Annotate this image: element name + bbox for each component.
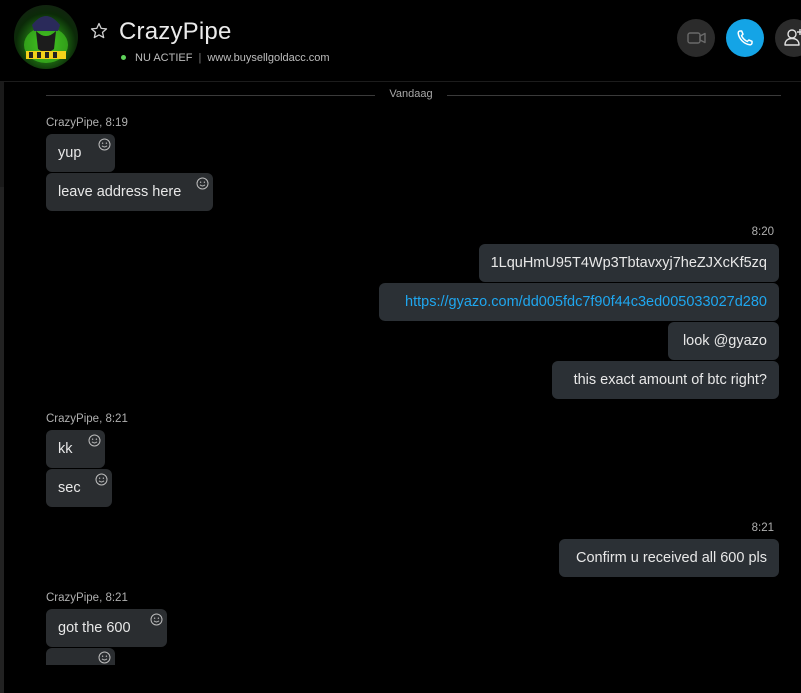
status-text: NU ACTIEF (135, 52, 193, 64)
outgoing-message[interactable]: Confirm u received all 600 pls (559, 539, 779, 577)
message-meta: CrazyPipe, 8:21 (46, 592, 128, 604)
video-call-button[interactable] (677, 19, 715, 57)
message-text: leave address here (58, 184, 182, 200)
message-text: look @gyazo (682, 333, 767, 349)
smiley-react-icon[interactable] (196, 177, 209, 190)
smiley-react-icon[interactable] (95, 473, 108, 486)
message-time: 8:20 (751, 226, 774, 238)
message-time: 8:19 (105, 117, 128, 129)
outgoing-link-message[interactable]: https://gyazo.com/dd005fdc7f90f44c3ed005… (379, 283, 779, 321)
incoming-message[interactable]: got the 600 (46, 609, 167, 647)
phone-icon (737, 30, 753, 46)
online-status-dot (121, 54, 126, 60)
sender-name: CrazyPipe (46, 117, 100, 129)
incoming-message[interactable]: yup (46, 134, 115, 172)
message-text: kk (58, 441, 73, 457)
message-text: this exact amount of btc right? (573, 372, 767, 388)
audio-call-button[interactable] (726, 19, 764, 57)
incoming-message[interactable]: kk (46, 430, 105, 468)
separator-line-left (46, 95, 375, 96)
message-link[interactable]: https://gyazo.com/dd005fdc7f90f44c3ed005… (405, 294, 767, 310)
smiley-react-icon[interactable] (150, 613, 163, 626)
status-separator: | (198, 52, 202, 64)
video-call-icon (687, 32, 706, 44)
conversation-header: CrazyPipe NU ACTIEF | www.buysellgoldacc.c… (0, 0, 801, 82)
status-row: NU ACTIEF | www.buysellgoldacc.com (121, 52, 330, 64)
contact-name[interactable]: CrazyPipe (119, 18, 232, 46)
smiley-react-icon[interactable] (98, 651, 111, 664)
incoming-message[interactable]: leave address here (46, 173, 213, 211)
star-icon[interactable] (90, 22, 108, 40)
avatar[interactable] (14, 5, 78, 69)
message-meta: CrazyPipe, 8:21 (46, 413, 128, 425)
outgoing-message[interactable]: look @gyazo (668, 322, 779, 360)
mood-message[interactable]: www.buysellgoldacc.com (207, 52, 329, 64)
avatar-image-icon (24, 16, 68, 63)
incoming-message-partial[interactable] (46, 648, 115, 665)
message-meta: CrazyPipe, 8:19 (46, 117, 128, 129)
smiley-react-icon[interactable] (98, 138, 111, 151)
sender-name: CrazyPipe (46, 592, 100, 604)
message-time: 8:21 (751, 522, 774, 534)
separator-line-right (447, 95, 781, 96)
message-text: sec (58, 480, 81, 496)
date-separator: Vandaag (46, 88, 781, 102)
add-person-icon (784, 29, 801, 46)
smiley-react-icon[interactable] (88, 434, 101, 447)
sender-name: CrazyPipe (46, 413, 100, 425)
message-text: yup (58, 145, 82, 161)
add-people-button[interactable] (775, 19, 801, 57)
message-text: Confirm u received all 600 pls (575, 550, 767, 566)
date-label: Vandaag (389, 88, 433, 100)
header-divider (0, 81, 801, 82)
message-text: 1LquHmU95T4Wp3Tbtavxyj7heZJXcKf5zq (490, 255, 767, 271)
left-edge-shadow (0, 187, 4, 693)
message-text: got the 600 (58, 620, 131, 636)
incoming-message[interactable]: sec (46, 469, 112, 507)
message-time: 8:21 (105, 592, 128, 604)
outgoing-message[interactable]: 1LquHmU95T4Wp3Tbtavxyj7heZJXcKf5zq (479, 244, 779, 282)
message-time: 8:21 (105, 413, 128, 425)
outgoing-message[interactable]: this exact amount of btc right? (552, 361, 779, 399)
